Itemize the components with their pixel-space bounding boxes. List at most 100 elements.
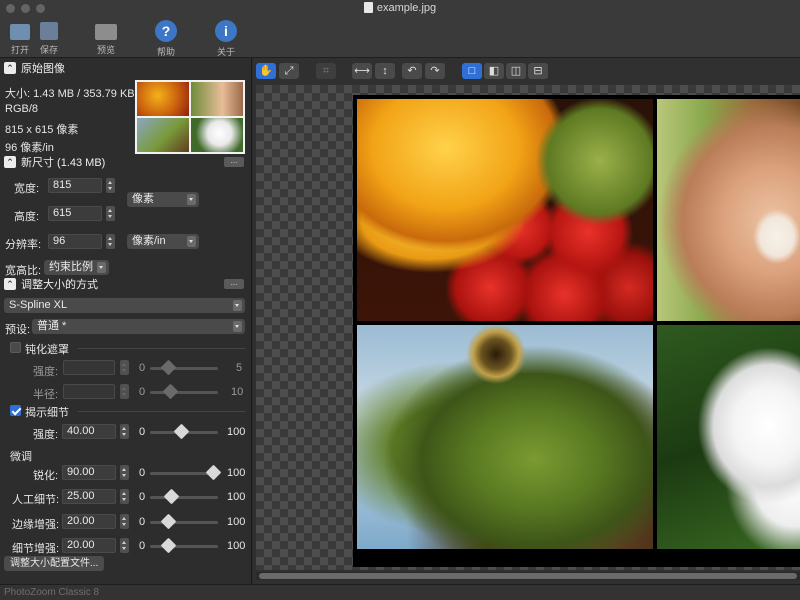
photo-frog — [357, 325, 653, 549]
open-label: 打开 — [10, 45, 29, 55]
fine-tune-label: 锐化: — [33, 470, 59, 482]
original-thumbnail[interactable] — [135, 80, 245, 154]
unsharp-radius-field[interactable] — [63, 384, 115, 399]
thumbnail-fruit — [137, 82, 189, 116]
unsharp-strength-label: 强度: — [33, 366, 59, 378]
view-side-by-side-button[interactable]: ◫ — [506, 63, 526, 79]
crop-tool-button[interactable]: ⌗ — [316, 63, 336, 79]
unsharp-radius-min: 0 — [139, 386, 146, 398]
fine-tune-label: 边缘增强: — [12, 519, 60, 531]
reveal-strength-label: 强度: — [33, 429, 59, 441]
method-more-button[interactable]: ... — [224, 279, 244, 289]
unsharp-strength-thumb[interactable] — [160, 359, 177, 376]
original-section-header[interactable]: ⌃ 原始图像 — [0, 60, 252, 76]
fine-tune-slider-thumb[interactable] — [160, 537, 177, 554]
algorithm-select[interactable]: S-Spline XL — [4, 298, 245, 313]
view-single-button[interactable]: □ — [462, 63, 482, 79]
fine-tune-field[interactable]: 20.00 — [62, 514, 116, 529]
thumbnail-frog — [137, 118, 189, 152]
reveal-strength-field[interactable]: 40.00 — [62, 424, 116, 439]
fine-tune-min: 0 — [139, 467, 146, 479]
reveal-checkbox[interactable] — [10, 405, 21, 416]
settings-panel: ⌃ 原始图像 大小: 1.43 MB / 353.79 KB RGB/8 815… — [0, 58, 252, 584]
resize-profile-button[interactable]: 调整大小配置文件... — [4, 556, 105, 571]
fine-tune-field[interactable]: 25.00 — [62, 489, 116, 504]
flip-vertical-button[interactable]: ↕ — [375, 63, 395, 79]
fine-tune-slider-thumb[interactable] — [205, 464, 222, 481]
scrollbar-thumb[interactable] — [259, 573, 797, 579]
original-section-title: 原始图像 — [21, 63, 65, 75]
aspect-value: 约束比例 — [49, 261, 93, 273]
resolution-field[interactable]: 96 — [48, 234, 102, 249]
help-button[interactable]: ? 帮助 — [146, 18, 186, 58]
height-field[interactable]: 615 — [48, 206, 102, 221]
resolution-stepper[interactable] — [106, 234, 115, 249]
preset-select[interactable]: 普通 * — [32, 319, 245, 334]
new-size-more-button[interactable]: ... — [224, 157, 244, 167]
fine-tune-slider[interactable] — [150, 496, 218, 499]
zoom-tool-button[interactable]: ⤢ — [279, 63, 299, 79]
reveal-strength-stepper[interactable] — [120, 424, 129, 439]
size-unit-select[interactable]: 像素 — [127, 192, 199, 207]
view-stacked-button[interactable]: ⊟ — [528, 63, 548, 79]
photo-fruit — [357, 99, 653, 321]
collapse-icon: ⌃ — [4, 278, 16, 290]
method-section-title: 调整大小的方式 — [21, 279, 98, 291]
unsharp-checkbox[interactable] — [10, 342, 21, 353]
collapse-icon: ⌃ — [4, 62, 16, 74]
height-stepper[interactable] — [106, 206, 115, 221]
save-label: 保存 — [39, 45, 58, 55]
unsharp-strength-field[interactable] — [63, 360, 115, 375]
unsharp-strength-stepper[interactable] — [120, 360, 129, 375]
help-label: 帮助 — [156, 47, 175, 57]
title-bar: example.jpg — [0, 0, 800, 16]
original-resolution: 96 像素/in — [5, 142, 54, 154]
fine-tune-label: 人工细节: — [12, 494, 60, 506]
fine-tune-field[interactable]: 20.00 — [62, 538, 116, 553]
disk-icon — [40, 22, 58, 40]
flip-horizontal-button[interactable]: ⟷ — [352, 63, 372, 79]
method-section-header[interactable]: ⌃ 调整大小的方式 — [0, 276, 252, 292]
fine-tune-stepper[interactable] — [120, 514, 129, 529]
fine-tune-stepper[interactable] — [120, 489, 129, 504]
fine-tune-label: 细节增强: — [12, 543, 60, 555]
reveal-strength-max: 100 — [227, 426, 246, 438]
preview-button[interactable]: 预览 — [86, 18, 126, 56]
rotate-left-button[interactable]: ↶ — [402, 63, 422, 79]
resolution-unit-value: 像素/in — [132, 235, 166, 247]
reveal-strength-thumb[interactable] — [173, 423, 190, 440]
reveal-strength-min: 0 — [139, 426, 146, 438]
width-stepper[interactable] — [106, 178, 115, 193]
about-label: 关于 — [216, 47, 235, 57]
aspect-select[interactable]: 约束比例 — [44, 260, 109, 275]
unsharp-radius-thumb[interactable] — [162, 383, 179, 400]
about-button[interactable]: i 关于 — [206, 18, 246, 58]
fine-tune-slider-thumb[interactable] — [163, 488, 180, 505]
width-field[interactable]: 815 — [48, 178, 102, 193]
preview-image[interactable] — [353, 95, 800, 567]
save-button[interactable]: 保存 — [29, 18, 69, 56]
canvas-toolbar: ✋ ⤢ ⌗ ⟷ ↕ ↶ ↷ □ ◧ ◫ ⊟ — [253, 58, 800, 84]
fine-tune-slider-thumb[interactable] — [160, 513, 177, 530]
photo-lily — [657, 325, 800, 549]
new-size-section-header[interactable]: ⌃ 新尺寸 (1.43 MB) — [0, 154, 252, 170]
view-split-button[interactable]: ◧ — [484, 63, 504, 79]
original-dimensions: 815 x 615 像素 — [5, 124, 79, 136]
hand-tool-button[interactable]: ✋ — [256, 63, 276, 79]
fine-tune-field[interactable]: 90.00 — [62, 465, 116, 480]
unsharp-label: 钝化遮罩 — [25, 344, 69, 356]
width-label: 宽度: — [14, 183, 40, 195]
unsharp-radius-max: 10 — [231, 386, 244, 398]
chevron-down-icon — [233, 321, 242, 332]
unsharp-radius-slider[interactable] — [150, 391, 218, 394]
fine-tune-stepper[interactable] — [120, 538, 129, 553]
unsharp-strength-min: 0 — [139, 362, 146, 374]
resolution-unit-select[interactable]: 像素/in — [127, 234, 199, 249]
image-viewport[interactable] — [256, 85, 800, 570]
unsharp-radius-stepper[interactable] — [120, 384, 129, 399]
fine-tune-stepper[interactable] — [120, 465, 129, 480]
unsharp-strength-max: 5 — [236, 362, 243, 374]
horizontal-scrollbar[interactable] — [256, 572, 800, 580]
window-title: example.jpg — [0, 2, 800, 14]
rotate-right-button[interactable]: ↷ — [425, 63, 445, 79]
